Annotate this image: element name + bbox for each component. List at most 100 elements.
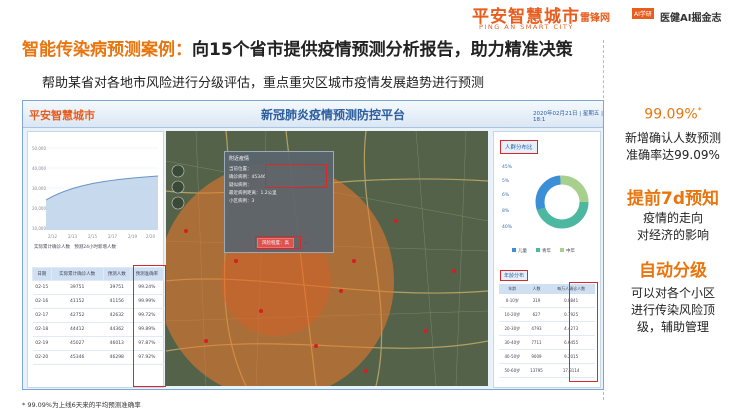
legend-label: 儿童 (518, 247, 527, 254)
note-line: 对经济的影响 (636, 228, 709, 242)
pie-label: 8% (502, 208, 510, 214)
note-line: 准确率达99.09% (626, 148, 720, 162)
svg-text:30,000: 30,000 (32, 186, 46, 191)
note-line: 新增确认人数预测 (624, 131, 721, 145)
pie-label: 5% (502, 178, 510, 184)
col-actual: 实际累计确诊人数 (50, 267, 104, 281)
cell: 02-20 (32, 350, 51, 365)
nearby-epidemic-popup: 附近疫情 当前位置： 确诊病例：45346 疑似病例： 最近病例距离：1.2公里… (224, 151, 334, 253)
note-7day-headline: 提前7d预知 (627, 189, 719, 209)
svg-text:2/15: 2/15 (88, 234, 97, 239)
screenshot-header: 平安智慧城市 新冠肺炎疫情预测防控平台 2020年02月21日 | 星期五 | … (23, 101, 603, 128)
title-lead: 智能传染病预测案例： (22, 40, 192, 60)
note-7day-text: 疫情的走向 对经济的影响 (614, 210, 732, 244)
screenshot-title: 新冠肺炎疫情预测防控平台 (261, 108, 406, 122)
note-autograde-text: 可以对各个小区 进行传染风险顶 级，辅助管理 (614, 285, 732, 336)
note-accuracy-text: 新增确认人数预测 准确率达99.09% (614, 130, 732, 164)
chart-legend: 实际累计确诊人数 预测24小时新增人数 (34, 244, 116, 250)
cell: 39751 (103, 280, 131, 295)
accuracy-highlight-box (133, 265, 166, 387)
cell: 50-60岁 (499, 363, 526, 378)
note-line: 疫情的走向 (642, 211, 703, 225)
population-donut-chart: 45% 5% 6% 8% 40% 儿童 青年 中年 (502, 164, 589, 254)
legend-predicted: 预测24小时新增人数 (74, 245, 117, 250)
legend-actual: 实际累计确诊人数 (34, 245, 70, 250)
footnote: * 99.09%为上线6天来的平均预测准确率 (22, 401, 141, 409)
leiphone-tag: AI学研 (632, 8, 654, 19)
screenshot-date: 2020年02月21日 | 星期五 | 18:1 (533, 111, 603, 123)
cell: 46298 (103, 350, 131, 365)
note-accuracy-asterisk: * (697, 106, 702, 115)
cell: 30-40岁 (499, 335, 526, 350)
cell: 4793 (525, 321, 548, 336)
page-title: 智能传染病预测案例：向15个省市提供疫情预测分析报告，助力精准决策 (22, 35, 573, 60)
cell: 10-20岁 (499, 307, 526, 322)
cell: 42632 (103, 308, 131, 323)
cell: 45346 (51, 350, 104, 365)
col-predicted: 预测人数 (102, 267, 131, 281)
col-age: 年龄 (499, 284, 526, 294)
note-line: 进行传染风险顶 (630, 303, 715, 317)
svg-text:2/20: 2/20 (146, 234, 155, 239)
legend-label: 青年 (542, 247, 551, 254)
platform-screenshot: 平安智慧城市 新冠肺炎疫情预测防控平台 2020年02月21日 | 星期五 | … (22, 100, 604, 390)
svg-text:40,000: 40,000 (32, 166, 46, 171)
cell: 7711 (525, 335, 548, 350)
cell: 20-30岁 (499, 321, 526, 336)
cell: 627 (525, 307, 548, 322)
cell: 02-17 (32, 308, 51, 323)
cell: 39751 (51, 280, 104, 295)
pingan-smart-city-logo-en: PING AN SMART CITY (479, 23, 574, 31)
cell: 42752 (51, 308, 104, 323)
legend-label: 中年 (566, 247, 575, 254)
note-line: 级，辅助管理 (636, 320, 709, 334)
cell: 46013 (103, 336, 131, 351)
title-body: 向15个省市提供疫情预测分析报告，助力精准决策 (192, 40, 573, 60)
popup-line: 最近病例距离：1.2公里 (229, 191, 277, 196)
left-panel: 50,000 40,000 30,000 20,000 10,000 2/12 2/13… (27, 131, 166, 388)
svg-text:50,000: 50,000 (32, 146, 46, 151)
col-date: 日期 (32, 267, 52, 281)
cell: 02-15 (32, 280, 51, 295)
risk-map[interactable]: 附近疫情 当前位置： 确诊病例：45346 疑似病例： 最近病例距离：1.2公里… (166, 131, 488, 386)
col-count: 人数 (525, 284, 548, 294)
svg-text:10,000: 10,000 (32, 226, 46, 231)
cell: 45027 (51, 336, 104, 351)
svg-text:2/13: 2/13 (68, 234, 77, 239)
cell: 9009 (525, 349, 548, 364)
population-ratio-tab[interactable]: 人群分布比 (500, 140, 538, 154)
cell: 02-16 (32, 294, 51, 309)
note-accuracy-value: 99.09% (644, 106, 698, 123)
svg-text:2/17: 2/17 (108, 234, 117, 239)
svg-text:2/12: 2/12 (48, 234, 57, 239)
note-line: 可以对各个小区 (630, 286, 715, 300)
cell: 319 (525, 294, 548, 308)
pie-label: 6% (502, 192, 510, 198)
pie-label: 45% (502, 164, 513, 170)
leiphone-logo: 雷锋网 (580, 13, 610, 24)
medical-ai-logo: 医健AI掘金志 (660, 13, 722, 24)
cell: 44412 (51, 322, 104, 337)
cell: 40-50岁 (499, 349, 526, 364)
screenshot-logo: 平安智慧城市 (29, 109, 95, 122)
popup-line: 小区病例：3 (229, 199, 255, 204)
svg-text:20,000: 20,000 (32, 206, 46, 211)
risk-level-highlight-box (255, 236, 301, 249)
cell: 0-10岁 (499, 294, 526, 308)
area-chart: 50,000 40,000 30,000 20,000 10,000 2/12 2/13… (32, 146, 159, 239)
note-accuracy-headline: 99.09%* (614, 106, 732, 123)
cell: 41156 (103, 294, 131, 309)
note-autograde-headline: 自动分级 (639, 261, 707, 281)
popup-title: 附近疫情 (229, 156, 250, 162)
svg-text:2/19: 2/19 (128, 234, 137, 239)
cell: 41152 (51, 294, 104, 309)
page-subtitle: 帮助某省对各地市风险进行分级评估，重点重灾区城市疫情发展趋势进行预测 (42, 76, 485, 91)
age-distribution-tab[interactable]: 年龄分布 (500, 270, 529, 281)
pie-label: 40% (502, 224, 513, 230)
per-10k-highlight-box (569, 282, 598, 382)
cell: 44362 (103, 322, 131, 337)
cell: 13795 (525, 363, 548, 378)
cell: 02-19 (32, 336, 51, 351)
case-count-highlight-box (265, 164, 327, 188)
cell: 02-18 (32, 322, 51, 337)
